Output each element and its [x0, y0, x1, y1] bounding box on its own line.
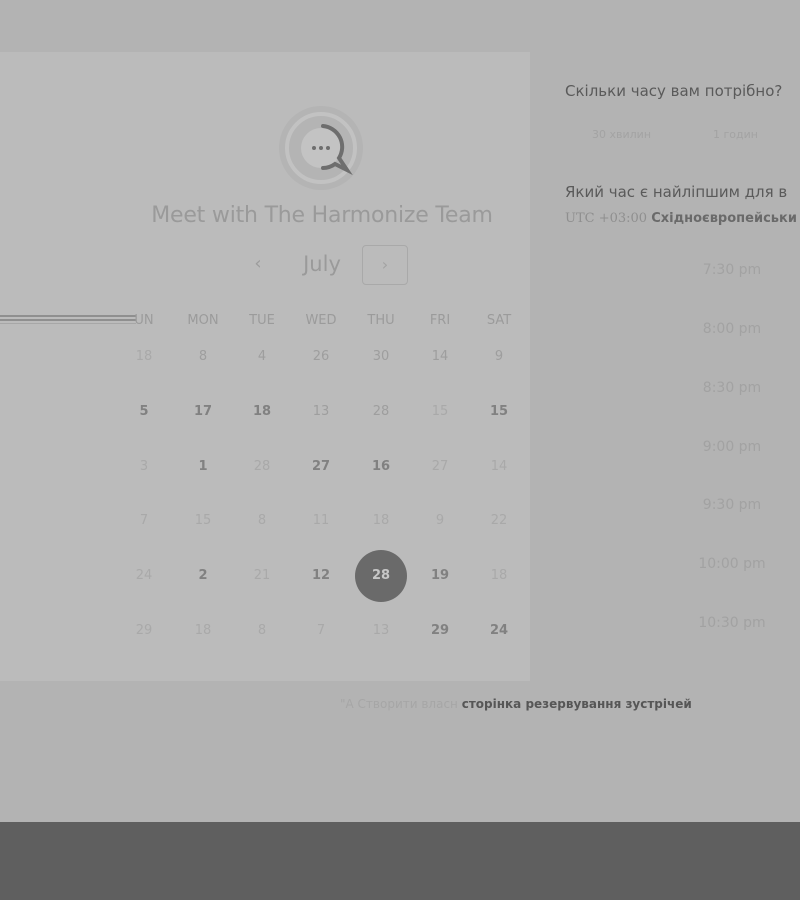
calendar-day: 21 [253, 568, 271, 583]
calendar-day: 18 [490, 568, 508, 583]
time-slot[interactable]: 8:30 pm [680, 380, 784, 396]
calendar-day: 8 [198, 349, 208, 364]
calendar-day: 30 [372, 349, 390, 364]
booking-page: Meet with The Harmonize Team ‹ July › UN… [0, 0, 800, 900]
calendar-day: 28 [253, 459, 271, 474]
calendar-day[interactable]: 18 [236, 386, 288, 438]
timezone-offset: UTC +03:00 [565, 211, 648, 226]
create-booking-page-link[interactable]: сторінка резервування зустрічей [462, 697, 692, 711]
page-title: Meet with The Harmonize Team [151, 203, 493, 228]
calendar-day: 18 [194, 623, 212, 638]
calendar-day: 28 [372, 404, 390, 419]
time-slot[interactable]: 9:30 pm [680, 497, 784, 513]
time-slot[interactable]: 7:30 pm [680, 262, 784, 278]
timezone-selector[interactable]: UTC +03:00 Східноєвропейськи [565, 211, 797, 226]
footer-prefix: "A Створити власн [340, 697, 458, 711]
weekday-label: SAT [486, 313, 512, 328]
duration-question: Скільки часу вам потрібно? [565, 82, 783, 100]
duration-option-30[interactable]: 30 хвилин [592, 128, 651, 141]
calendar-day: 26 [312, 349, 330, 364]
next-month-button[interactable]: › [362, 245, 408, 285]
calendar-day: 18 [135, 349, 153, 364]
calendar-day[interactable]: 2 [177, 550, 229, 602]
calendar-day: 24 [135, 568, 153, 583]
calendar-day: 9 [494, 349, 504, 364]
time-slot[interactable]: 9:00 pm [680, 439, 784, 455]
calendar-day[interactable]: 27 [295, 441, 347, 493]
weekday-label: WED [305, 313, 337, 328]
time-slot[interactable]: 10:00 pm [680, 556, 784, 572]
calendar-day[interactable]: 16 [355, 441, 407, 493]
calendar-day[interactable]: 12 [295, 550, 347, 602]
calendar-day: 29 [135, 623, 153, 638]
duration-option-60[interactable]: 1 годин [713, 128, 758, 141]
calendar-day[interactable]: 24 [473, 605, 525, 657]
calendar-day[interactable]: 19 [414, 550, 466, 602]
calendar-day: 8 [257, 623, 267, 638]
calendar-day: 14 [431, 349, 449, 364]
weekday-label: MON [187, 313, 219, 328]
time-question: Який час є найліпшим для в [565, 183, 788, 201]
calendar-day[interactable]: 29 [414, 605, 466, 657]
calendar-day: 13 [312, 404, 330, 419]
calendar-day[interactable]: 15 [473, 386, 525, 438]
calendar-day: 14 [490, 459, 508, 474]
footer-note: "A Створити власн сторінка резервування … [340, 697, 692, 711]
time-slot[interactable]: 10:30 pm [680, 615, 784, 631]
calendar-day: 3 [139, 459, 149, 474]
weekday-label: UN [134, 313, 154, 328]
timezone-name: Східноєвропейськи [651, 211, 797, 226]
time-slot[interactable]: 8:00 pm [680, 321, 784, 337]
prev-month-button[interactable]: ‹ [244, 250, 272, 278]
calendar-day: 9 [435, 513, 445, 528]
chat-bubble-icon [279, 106, 363, 190]
bottom-bar [0, 822, 800, 900]
month-label: July [303, 252, 341, 276]
calendar-day: 15 [431, 404, 449, 419]
calendar-day: 13 [372, 623, 390, 638]
calendar-day: 18 [372, 513, 390, 528]
calendar-day: 7 [316, 623, 326, 638]
calendar-day: 7 [139, 513, 149, 528]
calendar-day: 11 [312, 513, 330, 528]
calendar-day: 4 [257, 349, 267, 364]
calendar-day[interactable]: 5 [118, 386, 170, 438]
selected-day[interactable]: 28 [355, 550, 407, 602]
weekday-label: TUE [249, 313, 275, 328]
calendar-day: 27 [431, 459, 449, 474]
calendar-day[interactable]: 17 [177, 386, 229, 438]
weekday-label: THU [367, 313, 395, 328]
calendar-day: 8 [257, 513, 267, 528]
calendar-day: 15 [194, 513, 212, 528]
calendar-day[interactable]: 1 [177, 441, 229, 493]
weekday-label: FRI [429, 313, 451, 328]
calendar-day: 22 [490, 513, 508, 528]
